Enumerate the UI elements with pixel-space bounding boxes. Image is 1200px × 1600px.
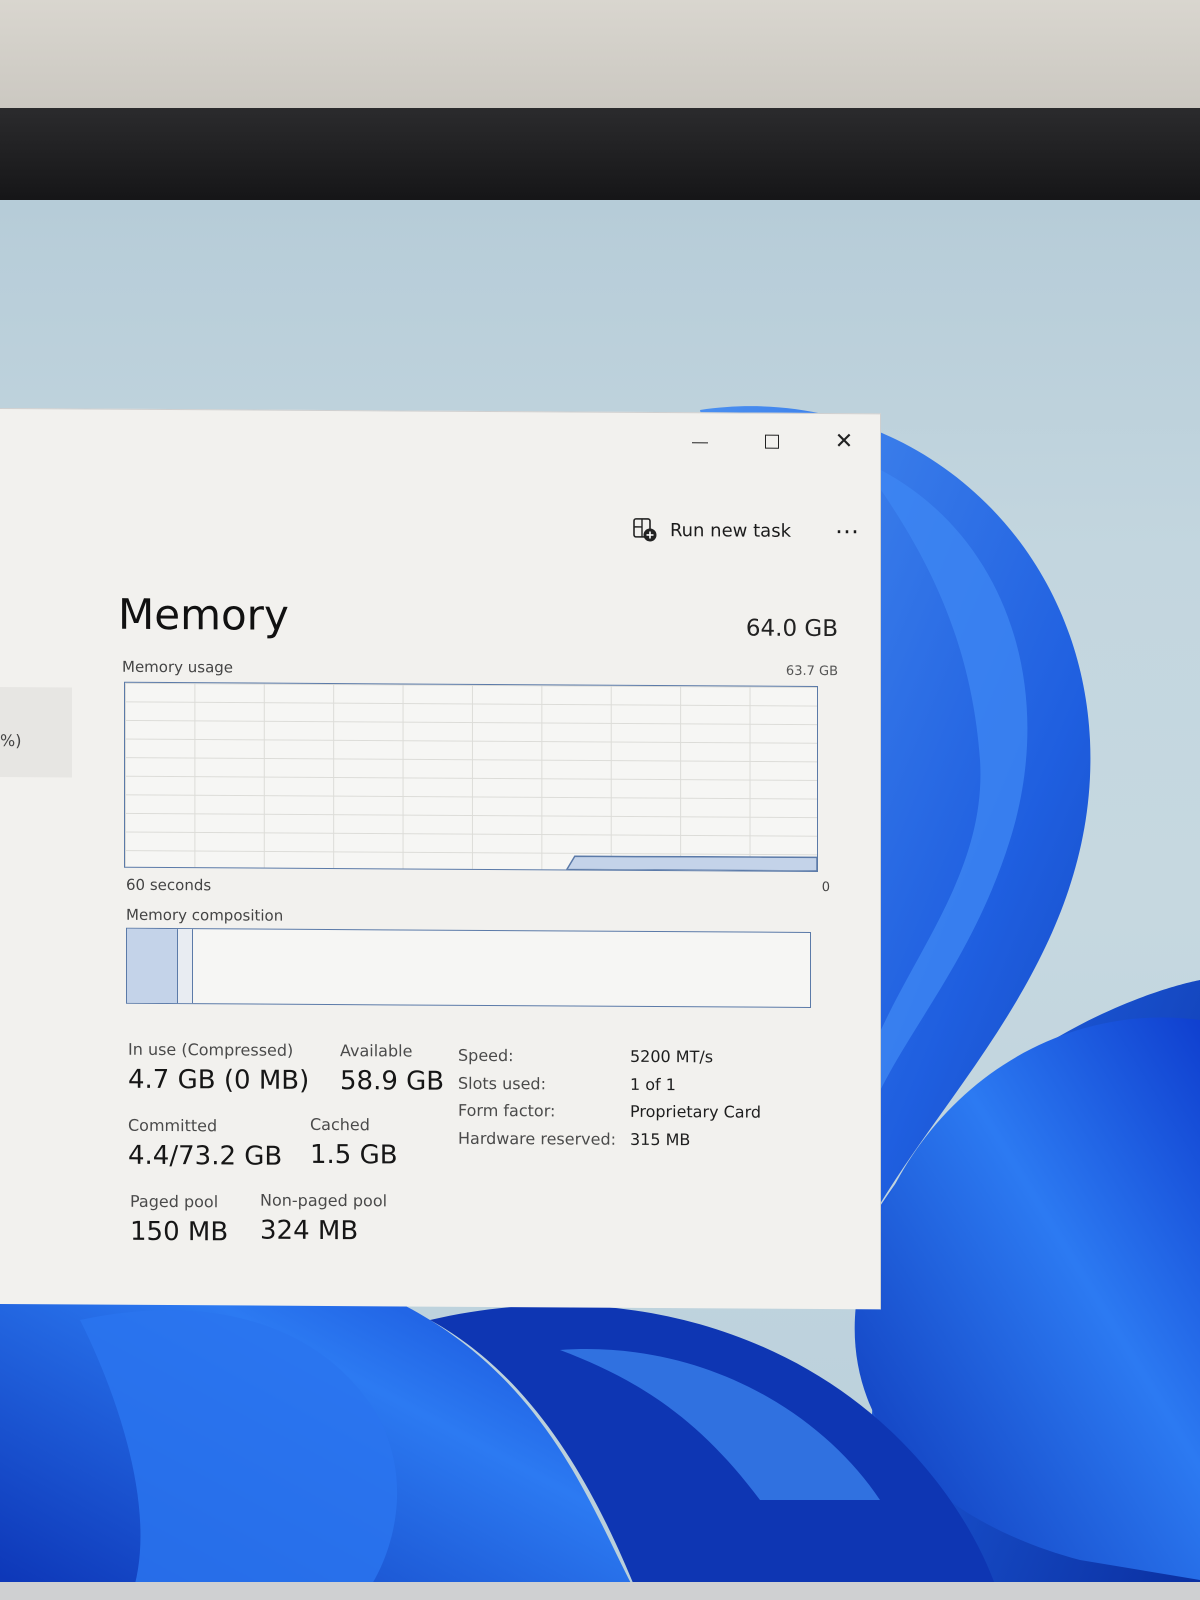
stat-in-use-label: In use (Compressed) xyxy=(128,1039,294,1060)
memory-total: 64.0 GB xyxy=(745,615,838,643)
composition-modified-segment[interactable] xyxy=(178,929,194,1004)
stat-committed: Committed 4.4/73.2 GB xyxy=(128,1116,282,1172)
spec-form-factor-label: Form factor: xyxy=(458,1101,556,1121)
stat-committed-label: Committed xyxy=(128,1115,218,1136)
stat-paged-pool-value: 150 MB xyxy=(130,1216,229,1248)
minimize-button[interactable] xyxy=(664,413,736,469)
stat-in-use: In use (Compressed) 4.7 GB (0 MB) xyxy=(128,1040,309,1096)
spec-speed-label: Speed: xyxy=(458,1046,514,1066)
close-button[interactable]: ✕ xyxy=(808,414,880,470)
axis-label-left: 60 seconds xyxy=(126,875,212,895)
more-options-button[interactable]: ⋯ xyxy=(835,517,860,545)
spec-row: Slots used: 1 of 1 xyxy=(458,1069,761,1098)
stat-in-use-value: 4.7 GB (0 MB) xyxy=(128,1064,310,1096)
memory-spec-table: Speed: 5200 MT/s Slots used: 1 of 1 Form… xyxy=(458,1042,761,1154)
spec-hw-reserved-value: 315 MB xyxy=(630,1129,691,1149)
stat-non-paged-pool-value: 324 MB xyxy=(260,1215,359,1247)
maximize-button[interactable] xyxy=(736,413,808,469)
window-controls: ✕ xyxy=(664,413,880,470)
run-new-task-button[interactable]: Run new task xyxy=(632,517,791,544)
stat-non-paged-pool-label: Non-paged pool xyxy=(260,1190,388,1211)
stat-available-label: Available xyxy=(340,1041,413,1061)
spec-row: Form factor: Proprietary Card xyxy=(458,1097,761,1126)
stat-non-paged-pool: Non-paged pool 324 MB xyxy=(260,1191,387,1247)
memory-usage-label: Memory usage xyxy=(122,657,234,677)
memory-usage-area xyxy=(565,855,817,871)
background-wall xyxy=(0,0,1200,125)
composition-in-use-segment[interactable] xyxy=(127,928,179,1004)
close-icon: ✕ xyxy=(834,429,854,455)
monitor-bezel xyxy=(0,108,1200,302)
memory-composition-bar xyxy=(126,927,811,1008)
stat-cached-value: 1.5 GB xyxy=(310,1139,398,1171)
memory-usage-max: 63.7 GB xyxy=(785,663,838,680)
spec-speed-value: 5200 MT/s xyxy=(630,1047,714,1067)
stat-paged-pool: Paged pool 150 MB xyxy=(130,1192,228,1248)
spec-row: Speed: 5200 MT/s xyxy=(458,1042,761,1071)
stat-available: Available 58.9 GB xyxy=(340,1041,444,1097)
spec-row: Hardware reserved: 315 MB xyxy=(458,1124,761,1153)
run-new-task-label: Run new task xyxy=(669,519,791,542)
memory-composition-label: Memory composition xyxy=(126,905,284,925)
stat-paged-pool-label: Paged pool xyxy=(130,1191,219,1212)
page-title: Memory xyxy=(118,589,289,640)
memory-usage-chart xyxy=(565,855,817,871)
spec-slots-value: 1 of 1 xyxy=(630,1074,676,1094)
run-task-icon xyxy=(633,518,657,542)
stat-committed-value: 4.4/73.2 GB xyxy=(128,1140,283,1172)
spec-slots-label: Slots used: xyxy=(458,1073,546,1094)
stat-cached: Cached 1.5 GB xyxy=(310,1115,398,1171)
stat-cached-label: Cached xyxy=(310,1114,370,1135)
maximize-icon xyxy=(765,434,779,449)
spec-hw-reserved-label: Hardware reserved: xyxy=(458,1128,617,1149)
monitor-bottom-edge xyxy=(0,1582,1200,1600)
memory-usage-graph xyxy=(124,681,818,872)
stat-available-value: 58.9 GB xyxy=(340,1066,445,1097)
sidebar-item-fragment: %) xyxy=(0,731,22,751)
task-manager-window: %) ✕ Run new task ⋯ Memory 64.0 GB Memor… xyxy=(0,408,881,1310)
minimize-icon xyxy=(692,441,708,443)
toolbar: Run new task ⋯ xyxy=(632,517,860,545)
axis-label-right: 0 xyxy=(821,880,830,896)
spec-form-factor-value: Proprietary Card xyxy=(630,1102,762,1122)
